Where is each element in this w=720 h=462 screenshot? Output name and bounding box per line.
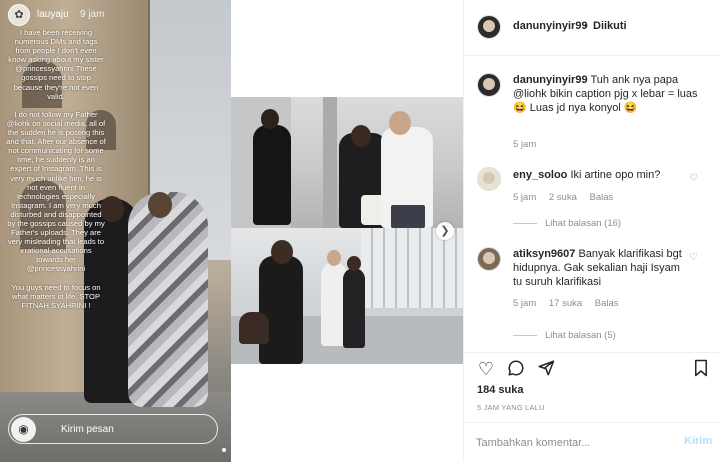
person-head xyxy=(261,109,279,129)
follow-status-button[interactable]: Diikuti xyxy=(593,20,627,32)
replies-line xyxy=(513,335,537,336)
view-replies-button[interactable]: Lihat balasan (16) xyxy=(545,218,621,229)
comment-username[interactable]: danunyinyir99 xyxy=(513,74,588,86)
story-caption: I have been receiving numerous DMs and t… xyxy=(6,28,106,310)
story-time: 9 jam xyxy=(80,9,105,20)
person-figure xyxy=(253,125,291,225)
bag xyxy=(239,312,269,344)
chevron-right-icon[interactable]: ❯ xyxy=(436,222,454,240)
caption-comment: danunyinyir99 Tuh ank nya papa @liohk bi… xyxy=(513,73,713,115)
story-reply-placeholder[interactable]: Kirim pesan xyxy=(61,424,114,435)
comment-icon[interactable] xyxy=(506,359,526,379)
post-time-ago: 5 JAM YANG LALU xyxy=(477,403,545,412)
avatar[interactable] xyxy=(477,73,501,97)
comment-meta: 5 jam 2 suka Balas xyxy=(513,192,623,203)
avatar[interactable] xyxy=(477,15,501,39)
comment-meta: 5 jam xyxy=(513,139,546,150)
comments-list: danunyinyir99 Tuh ank nya papa @liohk bi… xyxy=(464,56,720,352)
avatar[interactable] xyxy=(477,167,501,191)
comment-text: Iki artine opo min? xyxy=(570,169,661,181)
post-actions: ♡ xyxy=(464,352,720,384)
comment-time: 5 jam xyxy=(513,139,537,150)
collage-photo-top xyxy=(231,97,463,228)
story-head-2 xyxy=(148,192,172,218)
person-head xyxy=(351,125,371,147)
story-indicator-dot xyxy=(222,448,226,452)
person-head xyxy=(327,250,341,266)
comment: eny_soloo Iki artine opo min? xyxy=(513,168,683,182)
heart-icon[interactable]: ♡ xyxy=(476,359,496,379)
comment-likes[interactable]: 2 suka xyxy=(549,192,577,203)
reply-button[interactable]: Balas xyxy=(595,298,619,309)
separator-dot: • xyxy=(584,20,588,32)
heart-icon[interactable]: ♡ xyxy=(689,173,698,184)
post-sidebar: danunyinyir99 • Diikuti danunyinyir99 Tu… xyxy=(463,0,720,462)
story-avatar[interactable]: ✿ xyxy=(8,4,30,26)
person-figure xyxy=(259,256,303,364)
post-username[interactable]: danunyinyir99 xyxy=(513,20,588,32)
comment-time: 5 jam xyxy=(513,298,537,309)
story-reply-bar[interactable]: ◉ Kirim pesan xyxy=(8,414,218,444)
comment-username[interactable]: atiksyn9607 xyxy=(513,248,575,260)
camera-icon[interactable]: ◉ xyxy=(11,417,36,442)
story-screenshot: ✿ lauyaju 9 jam I have been receiving nu… xyxy=(0,0,231,462)
story-username[interactable]: lauyaju xyxy=(37,9,69,20)
person-head xyxy=(389,111,411,135)
replies-line xyxy=(513,223,537,224)
view-replies-button[interactable]: Lihat balasan (5) xyxy=(545,330,616,341)
comment-time: 5 jam xyxy=(513,192,537,203)
collage-photo-bottom xyxy=(231,228,463,364)
post-header: danunyinyir99 • Diikuti xyxy=(464,0,720,56)
reply-button[interactable]: Balas xyxy=(590,192,614,203)
person-figure xyxy=(343,268,365,348)
bookmark-icon[interactable] xyxy=(691,359,711,379)
person-head xyxy=(271,240,293,264)
story-person-2 xyxy=(128,192,208,407)
comment-input[interactable] xyxy=(476,435,666,451)
share-icon[interactable] xyxy=(536,359,556,379)
add-comment-bar: Kirim xyxy=(464,422,720,462)
post-comment-button[interactable]: Kirim xyxy=(684,435,712,447)
comment: atiksyn9607 Banyak klarifikasi bgt hidup… xyxy=(513,247,689,289)
person-head xyxy=(347,256,361,271)
wall-column xyxy=(323,97,337,228)
person-legs xyxy=(391,205,425,228)
comment-likes[interactable]: 17 suka xyxy=(549,298,582,309)
comment-username[interactable]: eny_soloo xyxy=(513,169,567,181)
post-media: ✿ lauyaju 9 jam I have been receiving nu… xyxy=(0,0,463,462)
window-frame xyxy=(361,228,463,308)
heart-icon[interactable]: ♡ xyxy=(689,252,698,263)
likes-count[interactable]: 184 suka xyxy=(477,384,523,396)
comment-meta: 5 jam 17 suka Balas xyxy=(513,298,629,309)
avatar[interactable] xyxy=(477,247,501,271)
